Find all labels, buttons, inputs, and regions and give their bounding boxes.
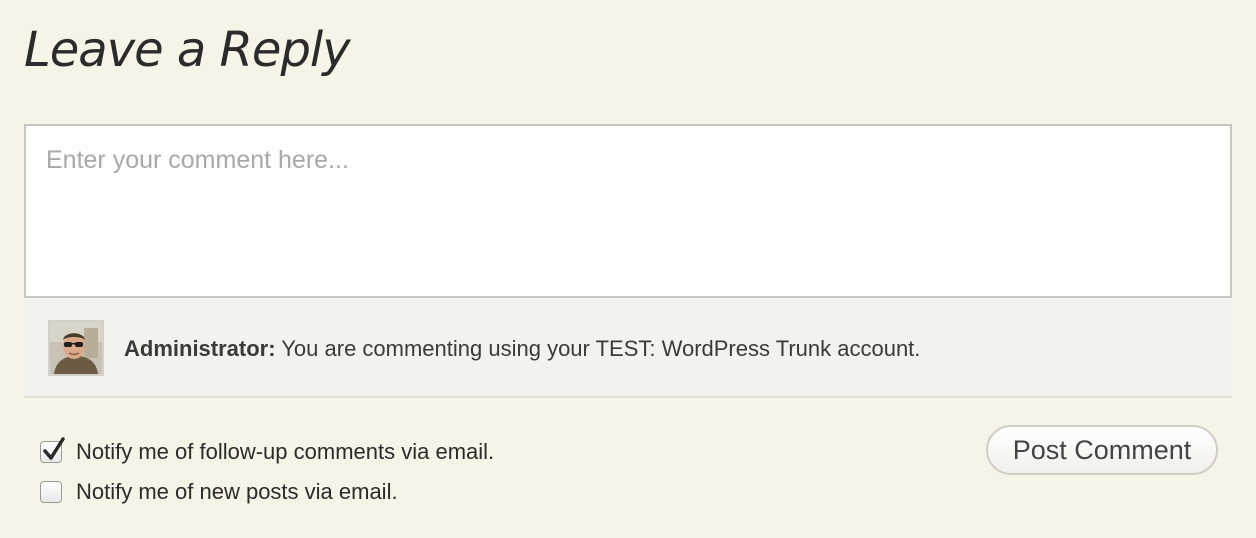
notify-followup-label[interactable]: Notify me of follow-up comments via emai… (76, 439, 494, 465)
identity-name: Administrator: (124, 336, 276, 361)
subscription-options: Notify me of follow-up comments via emai… (40, 432, 494, 512)
identity-account-text: You are commenting using your TEST: Word… (275, 336, 921, 361)
check-icon (43, 437, 65, 460)
identity-message: Administrator: You are commenting using … (124, 336, 920, 362)
comment-input[interactable] (26, 126, 1230, 296)
post-comment-button[interactable]: Post Comment (986, 425, 1218, 475)
notify-followup-row[interactable]: Notify me of follow-up comments via emai… (40, 432, 494, 472)
comment-box[interactable] (24, 124, 1232, 298)
notify-followup-checkbox[interactable] (40, 437, 65, 463)
notify-posts-checkbox[interactable] (40, 481, 62, 503)
reply-heading: Leave a Reply (24, 22, 351, 78)
notify-posts-label[interactable]: Notify me of new posts via email. (76, 479, 398, 505)
identity-bar: Administrator: You are commenting using … (24, 298, 1232, 398)
avatar-image (50, 322, 102, 374)
user-avatar[interactable] (48, 320, 104, 376)
notify-posts-row[interactable]: Notify me of new posts via email. (40, 472, 494, 512)
